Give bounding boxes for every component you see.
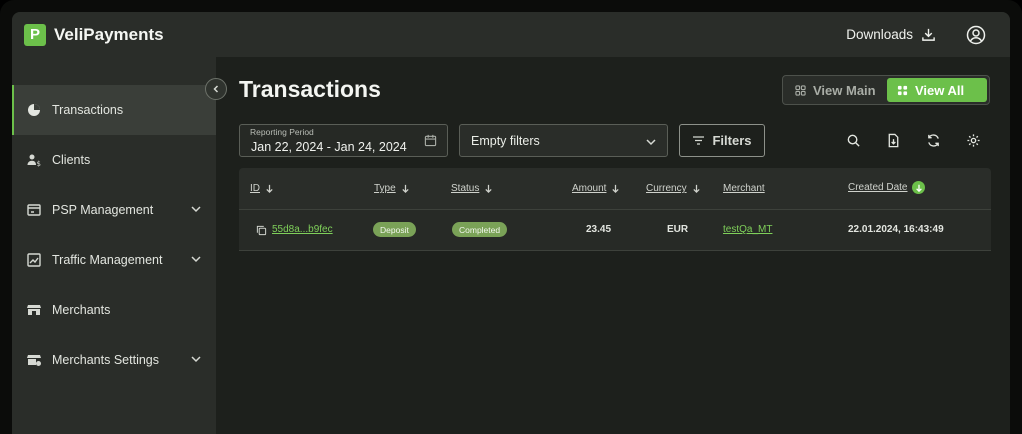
column-label: Created Date (848, 182, 908, 193)
pie-chart-icon (28, 104, 40, 116)
column-header-currency[interactable]: Currency (646, 183, 701, 194)
column-header-amount[interactable]: Amount (572, 183, 620, 194)
downloads-label: Downloads (846, 27, 913, 42)
view-main-button[interactable]: View Main (785, 78, 887, 102)
sidebar-collapse-button[interactable] (205, 78, 227, 100)
sidebar-item-label: Traffic Management (52, 253, 163, 267)
column-label: ID (250, 183, 260, 194)
saved-filters-select[interactable]: Empty filters (459, 124, 668, 157)
sort-active-icon (912, 181, 926, 194)
view-all-label: View All (915, 82, 965, 98)
type-badge: Deposit (373, 222, 416, 237)
amount-cell: 23.45 (586, 224, 612, 235)
column-header-merchant[interactable]: Merchant (723, 183, 765, 194)
refresh-icon[interactable] (926, 133, 941, 148)
sidebar-item-transactions[interactable]: Transactions (12, 85, 216, 135)
column-header-id[interactable]: ID (250, 183, 274, 194)
column-header-created-date[interactable]: Created Date (848, 181, 926, 194)
export-file-icon[interactable] (886, 133, 901, 148)
store-icon (27, 305, 41, 315)
gear-icon[interactable] (966, 133, 981, 148)
chevron-down-icon[interactable] (190, 203, 202, 215)
grid-icon (897, 85, 908, 95)
sidebar: Transactions $ Clients PSP Management Tr… (12, 57, 216, 434)
sort-arrow-icon (692, 184, 700, 193)
sort-arrow-icon (485, 184, 493, 193)
column-label: Currency (646, 183, 687, 194)
app-window: P VeliPayments Downloads Transactions $ … (12, 12, 1010, 434)
filters-button-label: Filters (712, 133, 752, 148)
sort-arrow-icon (266, 184, 273, 193)
clients-icon: $ (27, 154, 41, 168)
brand-name: VeliPayments (54, 24, 164, 44)
store-settings-icon (27, 355, 41, 366)
view-all-button[interactable]: View All (887, 78, 987, 102)
merchant-link[interactable]: testQa_MT (723, 224, 772, 235)
logo-icon: P (24, 23, 46, 46)
column-label: Amount (572, 183, 607, 194)
column-header-type[interactable]: Type (374, 183, 410, 194)
downloads-button[interactable]: Downloads (846, 27, 936, 42)
traffic-chart-icon (27, 253, 41, 267)
sidebar-item-merchants[interactable]: Merchants (12, 285, 216, 335)
reporting-period-label: Reporting Period (250, 127, 314, 137)
grid-outline-icon (795, 84, 806, 96)
sidebar-item-label: Clients (52, 153, 91, 167)
sidebar-item-label: Merchants Settings (52, 353, 159, 367)
transaction-id-link[interactable]: 55d8a...b9fec (272, 224, 333, 235)
table-row[interactable]: 55d8a...b9fec Deposit Completed 23.45 EU… (239, 210, 991, 251)
table-header: ID Type Status Amount Currency Merchant … (239, 168, 991, 210)
top-right-actions: Downloads (846, 25, 998, 45)
sidebar-item-label: Transactions (52, 103, 124, 117)
sidebar-item-merchants-settings[interactable]: Merchants Settings (12, 335, 216, 385)
page-title: Transactions (239, 76, 381, 102)
sidebar-item-psp-management[interactable]: PSP Management (12, 185, 216, 235)
chevron-down-icon (646, 139, 656, 146)
svg-text:$: $ (37, 160, 41, 168)
filters-button[interactable]: Filters (679, 124, 765, 157)
copy-icon[interactable] (256, 225, 267, 236)
chevron-down-icon[interactable] (190, 253, 202, 265)
reporting-period-value: Jan 22, 2024 - Jan 24, 2024 (251, 140, 407, 154)
reporting-period-field[interactable]: Reporting Period Jan 22, 2024 - Jan 24, … (239, 124, 448, 157)
chevron-left-icon (213, 85, 219, 93)
currency-cell: EUR (667, 224, 689, 235)
column-label: Type (374, 183, 396, 194)
search-icon[interactable] (846, 133, 861, 148)
view-main-label: View Main (813, 82, 876, 98)
top-bar: P VeliPayments Downloads (12, 12, 1010, 57)
sidebar-item-clients[interactable]: $ Clients (12, 135, 216, 185)
column-label: Merchant (723, 183, 765, 194)
view-toggle: View Main View All (782, 75, 990, 105)
device-frame: P VeliPayments Downloads Transactions $ … (0, 0, 1022, 434)
download-icon (922, 28, 935, 41)
psp-icon (27, 204, 41, 216)
status-badge: Completed (452, 222, 508, 237)
user-avatar-icon[interactable] (966, 25, 986, 45)
sidebar-item-traffic-management[interactable]: Traffic Management (12, 235, 216, 285)
sort-arrow-icon (612, 184, 620, 193)
filter-lines-icon (693, 136, 705, 145)
sidebar-item-label: PSP Management (52, 203, 154, 217)
saved-filters-value: Empty filters (471, 133, 540, 148)
column-header-status[interactable]: Status (451, 183, 493, 194)
sidebar-item-label: Merchants (52, 303, 111, 317)
column-label: Status (451, 183, 480, 194)
calendar-icon[interactable] (424, 134, 437, 147)
created-date-cell: 22.01.2024, 16:43:49 (848, 224, 944, 235)
sort-arrow-icon (402, 184, 409, 193)
chevron-down-icon[interactable] (190, 353, 202, 365)
